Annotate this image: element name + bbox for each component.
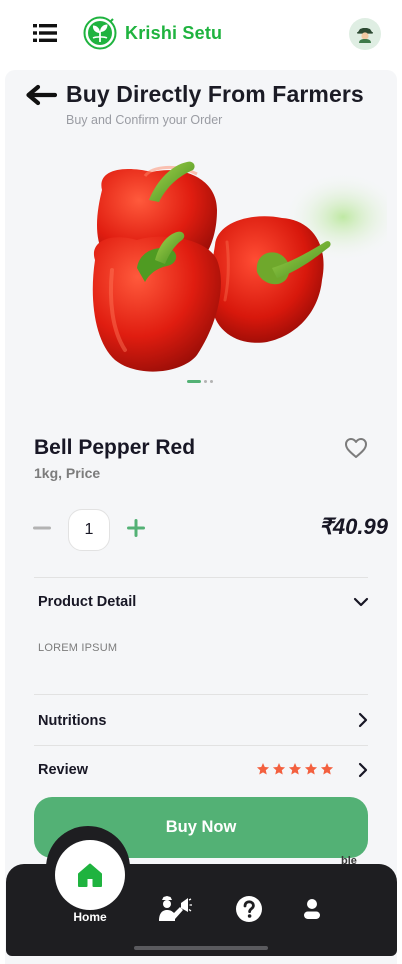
minus-icon — [33, 526, 51, 530]
star-icon — [320, 763, 334, 775]
nutritions-label[interactable]: Nutritions — [38, 713, 106, 729]
divider — [34, 694, 368, 695]
chevron-right-icon[interactable] — [355, 712, 371, 728]
back-arrow-icon[interactable] — [25, 84, 57, 106]
carousel-dot[interactable] — [187, 380, 201, 383]
quantity-decrease-button[interactable] — [31, 516, 53, 540]
home-icon — [78, 863, 102, 887]
brand[interactable]: Krishi Setu — [83, 16, 222, 50]
farmer-announce-icon — [159, 896, 192, 921]
plus-icon — [127, 519, 145, 537]
nav-home-label: Home — [73, 910, 107, 924]
nav-announce-button[interactable] — [157, 893, 193, 923]
divider — [34, 577, 368, 578]
top-app-bar: Krishi Setu — [5, 0, 397, 70]
star-icon — [272, 763, 286, 775]
menu-icon[interactable] — [33, 22, 57, 44]
krishi-setu-logo — [83, 16, 117, 50]
carousel-dot[interactable] — [204, 380, 207, 383]
home-indicator — [134, 946, 268, 950]
quantity-value[interactable]: 1 — [68, 509, 110, 551]
star-icon — [304, 763, 318, 775]
quantity-increase-button[interactable] — [125, 516, 147, 540]
review-label[interactable]: Review — [38, 762, 88, 778]
brand-name: Krishi Setu — [125, 22, 223, 43]
profile-icon — [304, 899, 320, 919]
review-stars — [256, 762, 334, 776]
divider — [34, 745, 368, 746]
help-icon — [236, 896, 262, 922]
carousel-dot[interactable] — [210, 380, 213, 383]
carousel-pager — [187, 380, 213, 383]
nav-help-button[interactable] — [234, 894, 264, 924]
product-unit: 1kg, Price — [34, 465, 101, 481]
chevron-right-icon[interactable] — [355, 762, 371, 778]
product-price: ₹40.99 — [318, 514, 388, 539]
heart-icon[interactable] — [344, 437, 368, 459]
product-image-bell-pepper[interactable] — [67, 150, 387, 382]
app-screen: Krishi Setu Buy Directly From Farmers Bu… — [5, 0, 397, 964]
product-detail-label[interactable]: Product Detail — [38, 594, 136, 610]
nav-profile-button[interactable] — [301, 896, 323, 922]
star-icon — [256, 763, 270, 775]
page-title: Buy Directly From Farmers — [66, 81, 364, 107]
farmer-avatar-icon[interactable] — [349, 18, 381, 50]
product-detail-text: LOREM IPSUM — [38, 642, 118, 654]
page-subtitle: Buy and Confirm your Order — [66, 113, 223, 127]
chevron-down-icon[interactable] — [353, 594, 369, 610]
star-icon — [288, 763, 302, 775]
nav-home-button[interactable] — [55, 840, 125, 910]
product-name: Bell Pepper Red — [34, 436, 196, 459]
